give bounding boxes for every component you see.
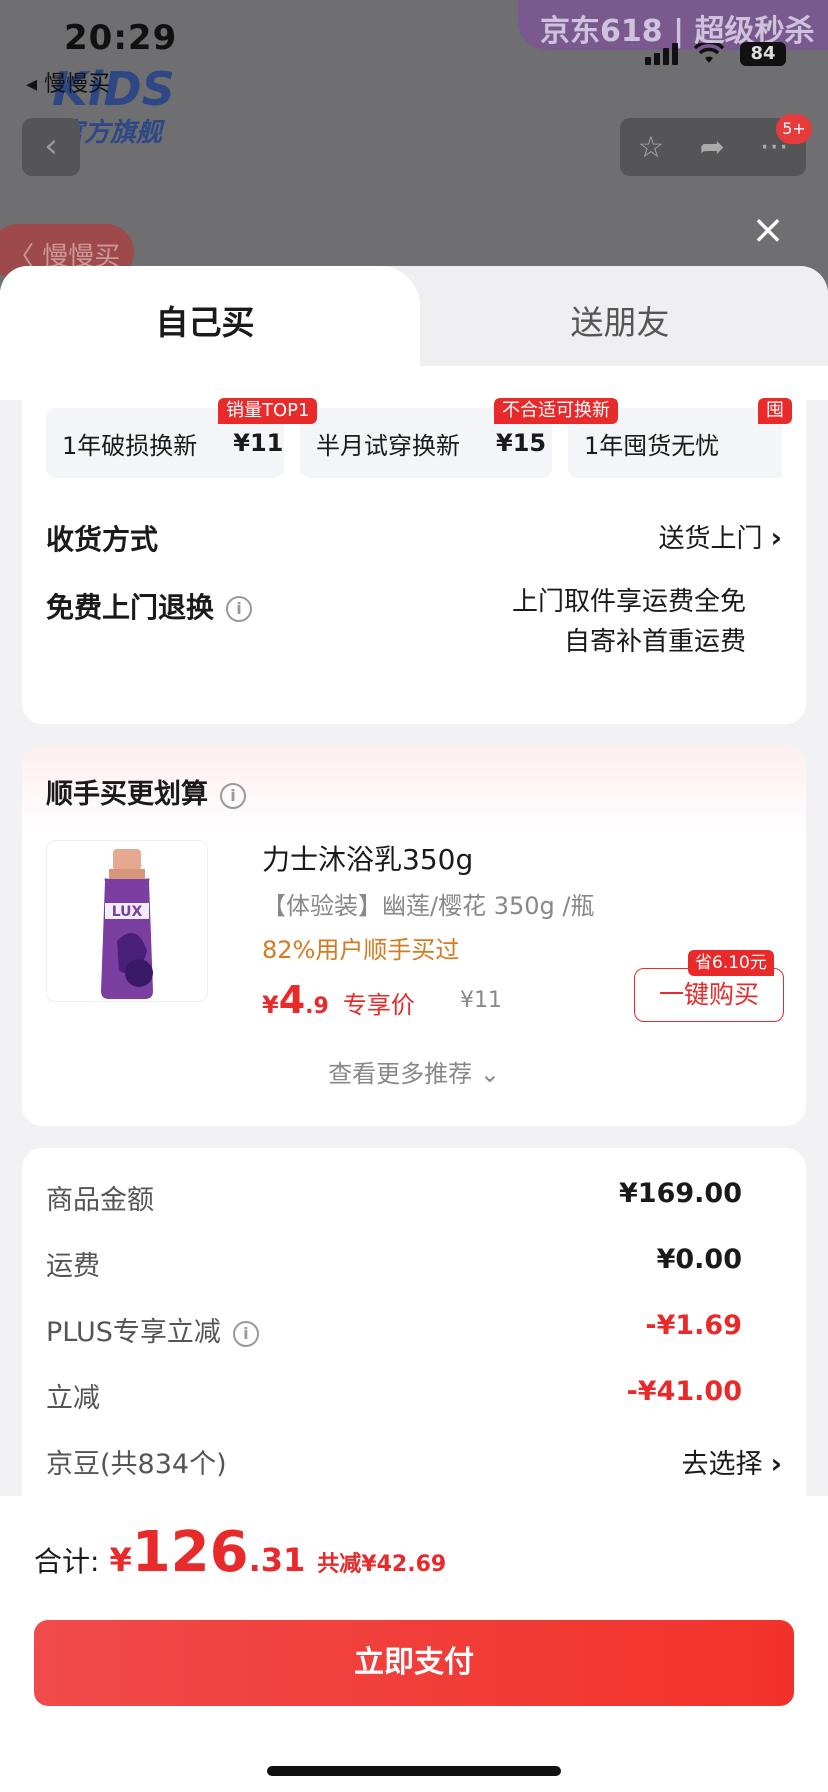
free-return-detail: 上门取件享运费全免 自寄补首重运费 [512, 582, 746, 662]
chevron-down-icon: ⌄ [479, 1060, 500, 1088]
total-label: 合计: [34, 1545, 100, 1578]
info-icon[interactable]: i [220, 782, 246, 809]
service-price: ¥11 [233, 429, 284, 457]
summary-row: 商品金额 ¥169.00 [46, 1178, 782, 1218]
product-name[interactable]: 力士沐浴乳350g [262, 838, 473, 878]
product-brand-logo: LUX [112, 904, 143, 920]
status-back-app[interactable]: ◂ 慢慢买 [26, 66, 110, 98]
recommend-title: 顺手买更划算 i [46, 772, 246, 811]
more-recommendations[interactable]: 查看更多推荐 ⌄ [22, 1054, 806, 1089]
one-click-buy-button[interactable]: 一键购买 [634, 968, 784, 1022]
service-label: 1年囤货无忧 [584, 431, 720, 460]
delivery-value: 送货上门 [658, 524, 763, 554]
jingdou-select-label: 去选择 [681, 1449, 763, 1480]
home-indicator[interactable] [267, 1766, 561, 1776]
summary-row: PLUS专享立减 i -¥1.69 [46, 1310, 782, 1350]
back-button[interactable]: ‹ [22, 118, 80, 176]
delivery-label: 收货方式 [46, 523, 159, 556]
summary-value: ¥169.00 [619, 1178, 742, 1209]
price-yen: ¥ [262, 991, 279, 1019]
recommend-card: 顺手买更划算 i LUX 力士沐浴乳350g 【体验装】幽莲/樱花 350g /瓶… [22, 746, 806, 1126]
info-icon[interactable]: i [232, 1320, 259, 1347]
tab-friend[interactable]: 送朋友 [420, 296, 820, 344]
battery-icon: 84 [740, 42, 786, 66]
summary-value: -¥41.00 [626, 1376, 742, 1407]
chevron-right-icon: › [770, 1447, 782, 1480]
free-return-line1: 上门取件享运费全免 [511, 587, 746, 617]
service-options: 1年破损换新 ¥11 半月试穿换新 ¥15 1年囤货无忧 [46, 408, 782, 478]
free-return-label: 免费上门退换 i [46, 586, 253, 626]
summary-label: PLUS专享立减 i [46, 1310, 259, 1349]
star-icon[interactable]: ☆ [638, 130, 665, 165]
delivery-method[interactable]: 送货上门 › [658, 518, 782, 555]
summary-label: 运费 [46, 1251, 100, 1282]
more-recommendations-label: 查看更多推荐 [328, 1060, 473, 1088]
summary-value: ¥0.00 [656, 1244, 742, 1275]
message-badge: 5+ [776, 114, 812, 144]
save-badge: 省6.10元 [688, 950, 774, 976]
summary-row: 立减 -¥41.00 [46, 1376, 782, 1416]
price-int: 4 [278, 978, 306, 1022]
summary-value: -¥1.69 [645, 1310, 742, 1341]
total-saved: 共减¥42.69 [317, 1552, 447, 1577]
signal-icon [645, 43, 678, 65]
summary-label: 京豆(共834个) [46, 1449, 227, 1480]
service-label: 1年破损换新 [62, 431, 198, 460]
status-time: 20:29 [64, 18, 178, 58]
jingdou-row[interactable]: 京豆(共834个) 去选择 › [46, 1442, 782, 1482]
recommend-title-text: 顺手买更划算 [46, 779, 208, 810]
tab-self-label[interactable]: 自己买 [0, 296, 410, 344]
pay-now-button[interactable]: 立即支付 [34, 1620, 794, 1706]
lux-bottle-image: LUX [101, 849, 153, 999]
free-return-line2: 自寄补首重运费 [563, 627, 746, 657]
order-total: 合计: ¥ 126 .31 共减¥42.69 [34, 1520, 446, 1585]
total-dec: .31 [248, 1541, 306, 1579]
total-int: 126 [131, 1520, 249, 1585]
share-icon[interactable]: ➦ [700, 130, 725, 165]
product-image[interactable]: LUX [46, 840, 208, 1002]
service-label: 半月试穿换新 [316, 431, 460, 460]
price-label: 专享价 [342, 991, 415, 1019]
service-tag: 销量TOP1 [218, 398, 318, 424]
summary-label-text: PLUS专享立减 [46, 1317, 221, 1348]
chevron-right-icon: › [770, 521, 782, 554]
product-price: ¥ 4 .9 专享价 [262, 978, 415, 1022]
price-dec: .9 [305, 994, 329, 1019]
service-card: 1年破损换新 ¥11 半月试穿换新 ¥15 1年囤货无忧 销量TOP1 不合适可… [22, 368, 806, 724]
summary-row: 运费 ¥0.00 [46, 1244, 782, 1284]
service-price: ¥15 [496, 429, 547, 457]
checkout-footer: 合计: ¥ 126 .31 共减¥42.69 立即支付 [0, 1496, 828, 1792]
free-return-text: 免费上门退换 [46, 591, 215, 624]
service-tag: 囤 [758, 398, 792, 424]
close-icon[interactable]: × [748, 210, 788, 250]
status-indicators: 84 [645, 42, 786, 66]
product-spec: 【体验装】幽莲/樱花 350g /瓶 [262, 892, 595, 920]
product-popularity: 82%用户顺手买过 [262, 936, 460, 964]
summary-label: 商品金额 [46, 1185, 154, 1216]
product-page-backdrop: 京东618 | 超级秒杀 KiDS 官方旗舰 20:29 ◂ 慢慢买 84 ‹ … [0, 0, 828, 300]
info-icon[interactable]: i [226, 596, 253, 622]
summary-label: 立减 [46, 1383, 100, 1414]
service-tag: 不合适可换新 [494, 398, 618, 424]
wifi-icon [694, 43, 724, 63]
total-yen: ¥ [109, 1541, 132, 1579]
summary-value: 去选择 › [681, 1442, 782, 1481]
product-original-price: ¥11 [460, 988, 502, 1013]
